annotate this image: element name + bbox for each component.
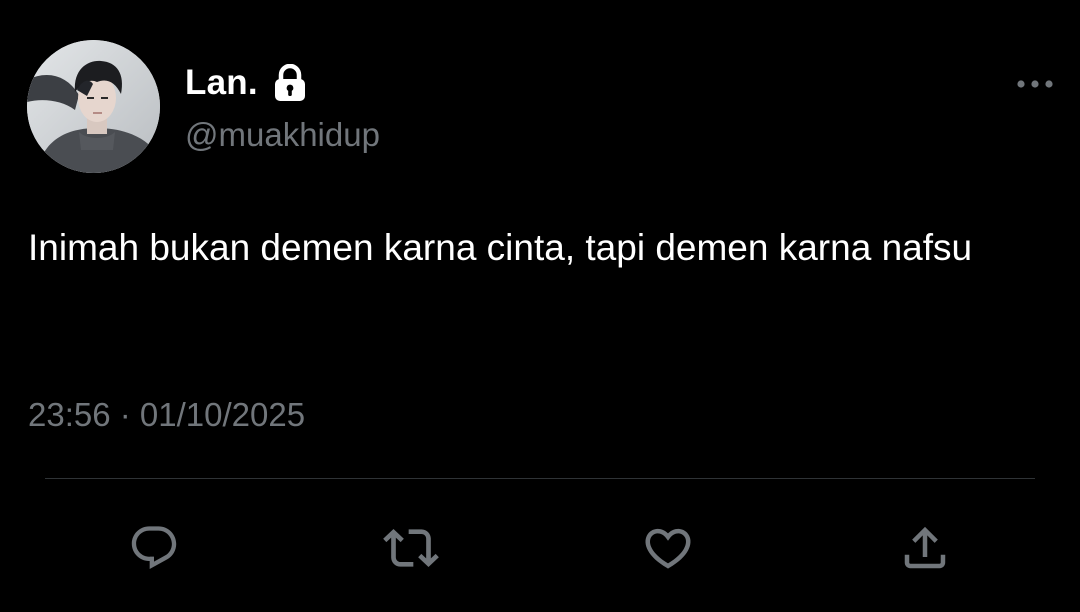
display-name[interactable]: Lan. bbox=[185, 63, 258, 103]
divider bbox=[45, 478, 1035, 479]
share-button[interactable] bbox=[897, 520, 953, 576]
like-button[interactable] bbox=[640, 520, 696, 576]
heart-icon bbox=[645, 528, 691, 569]
author-name-row: Lan. bbox=[185, 60, 308, 106]
avatar-photo bbox=[27, 40, 160, 173]
user-handle[interactable]: @muakhidup bbox=[185, 116, 380, 154]
reply-button[interactable] bbox=[126, 520, 182, 576]
avatar[interactable] bbox=[27, 40, 160, 173]
tweet-timestamp[interactable]: 23:56 · 01/10/2025 bbox=[28, 396, 305, 434]
reply-icon bbox=[131, 526, 177, 570]
retweet-button[interactable] bbox=[383, 520, 439, 576]
lock-icon bbox=[272, 64, 308, 102]
tweet-detail: Lan. @muakhidup Inimah bukan demen karna… bbox=[0, 0, 1080, 612]
retweet-icon bbox=[383, 529, 439, 567]
share-icon bbox=[904, 526, 946, 569]
more-horizontal-icon bbox=[1017, 80, 1053, 88]
tweet-text: Inimah bukan demen karna cinta, tapi dem… bbox=[28, 227, 973, 268]
more-options-button[interactable] bbox=[1012, 70, 1058, 98]
